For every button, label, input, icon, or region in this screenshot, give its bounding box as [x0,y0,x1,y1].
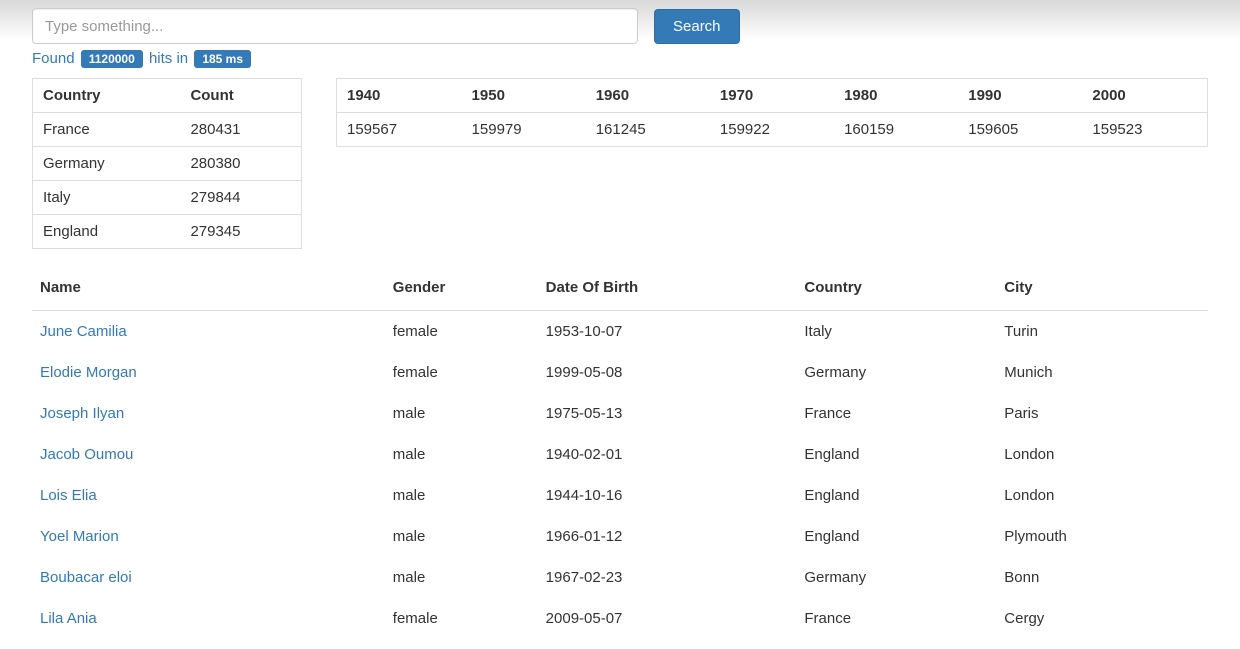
search-input[interactable] [32,8,638,44]
result-country-cell: Italy [796,311,996,353]
decades-header-cell: 1940 [337,79,462,113]
decades-header-cell: 1950 [462,79,586,113]
result-city-cell: Plymouth [996,516,1208,557]
result-country-cell: France [796,598,996,639]
results-row: Elodie Morganfemale1999-05-08GermanyMuni… [32,352,1208,393]
result-name-link[interactable]: Lila Ania [32,598,385,639]
result-name-link[interactable]: Yoel Marion [32,516,385,557]
facets-country-cell: France [33,113,181,147]
result-gender-cell: male [385,557,538,598]
result-country-cell: England [796,516,996,557]
result-city-cell: London [996,475,1208,516]
result-dob-cell: 1940-02-01 [538,434,797,475]
result-city-cell: Bonn [996,557,1208,598]
time-badge: 185 ms [194,50,251,68]
facets-country-cell: England [33,215,181,249]
decades-cell: 159523 [1082,113,1207,147]
result-city-cell: Paris [996,393,1208,434]
result-country-cell: Germany [796,557,996,598]
decades-cell: 159605 [958,113,1082,147]
result-dob-cell: 1953-10-07 [538,311,797,353]
result-dob-cell: 1966-01-12 [538,516,797,557]
decades-row: 1595671599791612451599221601591596051595… [337,113,1208,147]
result-dob-cell: 1967-02-23 [538,557,797,598]
results-row: June Camiliafemale1953-10-07ItalyTurin [32,311,1208,353]
facets-count-cell: 280380 [180,147,301,181]
results-row: Lois Eliamale1944-10-16EnglandLondon [32,475,1208,516]
decades-header-cell: 1980 [834,79,958,113]
result-name-link[interactable]: Jacob Oumou [32,434,385,475]
result-name-link[interactable]: Joseph Ilyan [32,393,385,434]
result-gender-cell: male [385,475,538,516]
facets-count-cell: 279844 [180,181,301,215]
country-facets-table: Country Count France280431Germany280380I… [32,78,302,249]
results-header-gender: Gender [385,269,538,311]
results-row: Boubacar eloimale1967-02-23GermanyBonn [32,557,1208,598]
results-row: Joseph Ilyanmale1975-05-13FranceParis [32,393,1208,434]
found-label: Found [32,50,75,67]
result-gender-cell: male [385,516,538,557]
decades-header-cell: 1970 [710,79,834,113]
result-name-link[interactable]: June Camilia [32,311,385,353]
result-gender-cell: male [385,434,538,475]
facets-header-count: Count [180,79,301,113]
facets-row: Italy279844 [33,181,302,215]
decades-cell: 161245 [586,113,710,147]
result-gender-cell: female [385,598,538,639]
results-header-name: Name [32,269,385,311]
decades-cell: 159567 [337,113,462,147]
result-city-cell: Turin [996,311,1208,353]
result-dob-cell: 2009-05-07 [538,598,797,639]
facets-row: France280431 [33,113,302,147]
result-country-cell: Germany [796,352,996,393]
results-header-city: City [996,269,1208,311]
result-country-cell: France [796,393,996,434]
result-city-cell: London [996,434,1208,475]
decades-cell: 160159 [834,113,958,147]
result-gender-cell: male [385,393,538,434]
results-table: Name Gender Date Of Birth Country City J… [0,269,1240,639]
facets-row: Germany280380 [33,147,302,181]
search-stats: Found 1120000 hits in 185 ms [0,50,1240,78]
result-name-link[interactable]: Boubacar eloi [32,557,385,598]
result-dob-cell: 1944-10-16 [538,475,797,516]
facets-count-cell: 279345 [180,215,301,249]
result-city-cell: Munich [996,352,1208,393]
aggregate-tables: Country Count France280431Germany280380I… [0,78,1240,249]
facets-country-cell: Germany [33,147,181,181]
result-gender-cell: female [385,352,538,393]
search-bar: Search [0,0,1240,50]
result-country-cell: England [796,434,996,475]
decades-cell: 159922 [710,113,834,147]
result-dob-cell: 1975-05-13 [538,393,797,434]
decades-header-cell: 1990 [958,79,1082,113]
results-header-dob: Date Of Birth [538,269,797,311]
facets-count-cell: 280431 [180,113,301,147]
hits-count-badge: 1120000 [81,50,143,68]
decades-header-cell: 2000 [1082,79,1207,113]
results-header-country: Country [796,269,996,311]
decades-header-cell: 1960 [586,79,710,113]
result-dob-cell: 1999-05-08 [538,352,797,393]
facets-country-cell: Italy [33,181,181,215]
results-row: Yoel Marionmale1966-01-12EnglandPlymouth [32,516,1208,557]
results-row: Lila Aniafemale2009-05-07FranceCergy [32,598,1208,639]
decades-table: 1940195019601970198019902000 15956715997… [336,78,1208,147]
decades-cell: 159979 [462,113,586,147]
hits-in-label: hits in [149,50,188,67]
result-city-cell: Cergy [996,598,1208,639]
result-name-link[interactable]: Lois Elia [32,475,385,516]
facets-row: England279345 [33,215,302,249]
search-button[interactable]: Search [654,9,740,44]
facets-header-country: Country [33,79,181,113]
result-gender-cell: female [385,311,538,353]
results-row: Jacob Oumoumale1940-02-01EnglandLondon [32,434,1208,475]
result-country-cell: England [796,475,996,516]
result-name-link[interactable]: Elodie Morgan [32,352,385,393]
